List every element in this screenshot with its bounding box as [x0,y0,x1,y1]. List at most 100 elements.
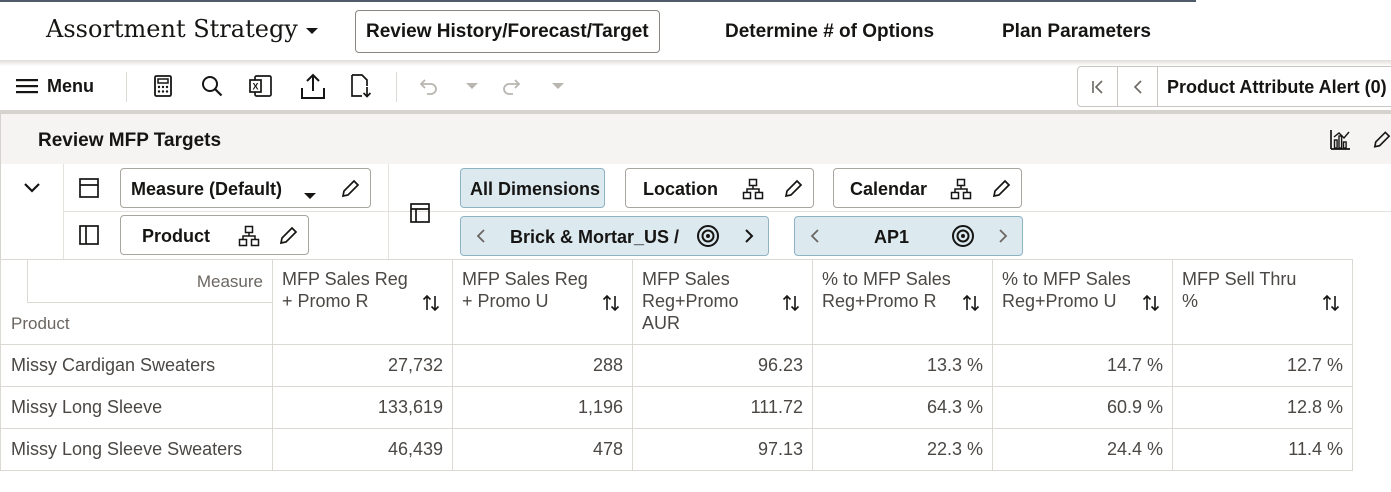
table-cell[interactable]: 111.72 [632,386,813,429]
next-calendar-icon[interactable] [984,217,1022,255]
menu-button[interactable]: Menu [47,76,94,97]
excel-icon[interactable]: X [248,73,274,99]
table-cell[interactable]: 12.7 % [1172,344,1353,387]
all-dimensions-label: All Dimensions [470,179,601,199]
row-header-product[interactable]: Missy Long Sleeve [0,386,273,429]
collapse-chevron-down-icon[interactable] [19,176,45,200]
svg-text:X: X [252,82,258,92]
column-header[interactable]: MFP Sales Reg + Promo R [272,259,453,345]
calendar-chip-label: Calendar [850,179,928,199]
pivot-controls: Measure (Default) Product All Dimensions… [0,164,1391,260]
table-cell[interactable]: 22.3 % [812,428,993,471]
sort-icon[interactable] [962,294,980,317]
row-layout-icon[interactable] [76,175,102,201]
column-header[interactable]: % to MFP Sales Reg+Promo U [992,259,1173,345]
column-header[interactable]: % to MFP Sales Reg+Promo R [812,259,993,345]
table-cell[interactable]: 97.13 [632,428,813,471]
calendar-navigator: AP1 [794,216,1023,256]
table-cell[interactable]: 288 [452,344,633,387]
target-icon[interactable] [942,217,984,255]
calendar-value[interactable]: AP1 [874,227,909,248]
previous-alert-icon[interactable] [1118,67,1158,106]
tab-plan-parameters[interactable]: Plan Parameters [1002,10,1151,53]
product-axis-label: Product [11,314,70,333]
panel-header: Review MFP Targets [0,114,1391,164]
search-icon[interactable] [199,73,225,99]
chart-icon[interactable] [1327,127,1353,153]
pivot-layout-icon[interactable] [407,200,433,226]
redo-icon[interactable] [500,75,526,97]
location-chip[interactable]: Location [625,168,814,208]
table-cell[interactable]: 64.3 % [812,386,993,429]
product-chip-label: Product [142,226,211,246]
column-header[interactable]: MFP Sell Thru % [1172,259,1353,345]
edit-pencil-icon[interactable] [339,178,361,205]
column-layout-icon[interactable] [76,222,102,248]
mfp-targets-grid: Measure Product MFP Sales Reg + Promo R … [0,259,1353,471]
first-alert-icon[interactable] [1078,67,1118,106]
app-switcher-caret-icon[interactable] [306,28,318,34]
table-cell[interactable]: 27,732 [272,344,453,387]
location-navigator: Brick & Mortar_US / [460,216,769,256]
location-value[interactable]: Brick & Mortar_US / [510,227,679,248]
table-cell[interactable]: 24.4 % [992,428,1173,471]
undo-icon[interactable] [414,75,440,97]
pivot-divider [63,164,64,260]
hierarchy-icon[interactable] [742,178,764,205]
sort-icon[interactable] [782,294,800,317]
row-header-product[interactable]: Missy Cardigan Sweaters [0,344,273,387]
chevron-down-icon[interactable] [303,184,317,205]
table-cell[interactable]: 12.8 % [1172,386,1353,429]
product-chip[interactable]: Product [120,215,309,255]
export-file-icon[interactable] [348,73,374,99]
measure-chip-label: Measure (Default) [131,179,283,199]
sort-icon[interactable] [422,294,440,317]
product-attribute-alert-label[interactable]: Product Attribute Alert (0) [1167,77,1387,98]
calendar-chip[interactable]: Calendar [833,168,1022,208]
measure-axis-label: Measure [196,272,263,291]
previous-location-icon[interactable] [461,217,501,255]
sort-icon[interactable] [1322,294,1340,317]
column-header[interactable]: MFP Sales Reg+Promo AUR [632,259,813,345]
app-title[interactable]: Assortment Strategy [46,15,298,43]
sort-icon[interactable] [1142,294,1160,317]
edit-pencil-icon[interactable] [1371,127,1391,153]
table-cell[interactable]: 133,619 [272,386,453,429]
table-row: Missy Long Sleeve 133,619 1,196 111.72 6… [0,386,1353,429]
redo-dropdown-icon[interactable] [547,78,569,94]
table-cell[interactable]: 478 [452,428,633,471]
product-attribute-alert-bar: Product Attribute Alert (0) [1077,66,1391,107]
tab-determine-options[interactable]: Determine # of Options [725,10,934,53]
hierarchy-icon[interactable] [238,225,260,252]
hierarchy-icon[interactable] [950,178,972,205]
next-location-icon[interactable] [729,217,769,255]
pivot-divider [63,211,1391,212]
panel-title: Review MFP Targets [38,130,222,151]
table-cell[interactable]: 14.7 % [992,344,1173,387]
calculator-icon[interactable] [150,73,176,99]
column-header[interactable]: MFP Sales Reg + Promo U [452,259,633,345]
sort-icon[interactable] [602,294,620,317]
table-cell[interactable]: 46,439 [272,428,453,471]
edit-pencil-icon[interactable] [782,178,804,205]
upload-icon[interactable] [299,71,327,101]
all-dimensions-button[interactable]: All Dimensions [460,168,605,208]
previous-calendar-icon[interactable] [795,217,835,255]
toolbar: Menu X Product Attribute Alert (0) [0,62,1391,110]
row-header-product[interactable]: Missy Long Sleeve Sweaters [0,428,273,471]
measure-chip[interactable]: Measure (Default) [120,168,371,208]
tab-review-history[interactable]: Review History/Forecast/Target [355,10,660,53]
edit-pencil-icon[interactable] [277,225,299,252]
table-cell[interactable]: 13.3 % [812,344,993,387]
edit-pencil-icon[interactable] [990,178,1012,205]
table-cell[interactable]: 1,196 [452,386,633,429]
table-cell[interactable]: 60.9 % [992,386,1173,429]
undo-dropdown-icon[interactable] [461,78,483,94]
hamburger-menu-icon[interactable] [14,74,40,98]
table-cell[interactable]: 96.23 [632,344,813,387]
target-icon[interactable] [687,217,729,255]
grid-corner-header: Measure Product [0,259,273,345]
table-cell[interactable]: 11.4 % [1172,428,1353,471]
table-row: Missy Long Sleeve Sweaters 46,439 478 97… [0,428,1353,471]
pivot-divider [388,164,389,260]
